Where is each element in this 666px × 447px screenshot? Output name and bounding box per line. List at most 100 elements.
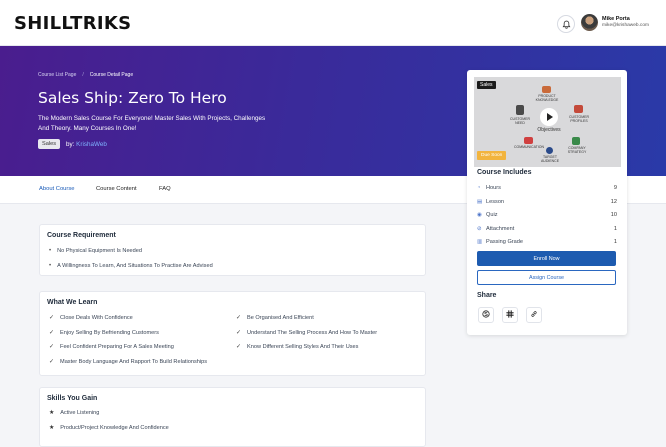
learn-text: Enjoy Selling By Befriending Customers xyxy=(60,329,159,336)
list-item: ✓ Feel Confident Preparing For A Sales Me… xyxy=(49,343,174,351)
breadcrumb-course-list[interactable]: Course List Page xyxy=(38,72,76,78)
link-icon xyxy=(530,310,538,320)
skills-title: Skills You Gain xyxy=(47,395,98,402)
learn-text: Understand The Selling Process And How T… xyxy=(247,329,378,336)
preview-label: COMPANY STRATEGY xyxy=(567,146,587,154)
top-bar: SHILLTRIKS Mike Porta mike@krishaweb.com xyxy=(0,0,666,46)
slack-icon xyxy=(506,310,514,320)
learn-title: What We Learn xyxy=(47,299,98,306)
list-item: ★ Product/Project Knowledge And Confidenc… xyxy=(49,425,169,431)
list-item: ★ Active Listening xyxy=(49,410,99,416)
learn-text: Close Deals With Confidence xyxy=(60,314,133,321)
breadcrumb-current: Course Detail Page xyxy=(89,72,134,78)
requirement-text: A Willingness To Learn, And Situations T… xyxy=(57,263,213,269)
lesson-icon: ▤ xyxy=(477,199,483,205)
clock-icon: ◔ xyxy=(477,185,481,191)
breadcrumb: Course List Page / Course Detail Page xyxy=(38,72,133,78)
bullet-icon: • xyxy=(49,248,52,254)
copy-link-button[interactable] xyxy=(526,307,542,323)
include-label: Quiz xyxy=(486,212,498,218)
page-title: Sales Ship: Zero To Hero xyxy=(38,89,227,107)
bullet-icon: • xyxy=(49,263,52,269)
requirements-card: Course Requirement • No Physical Equipme… xyxy=(39,224,426,276)
list-item: ✓ Know Different Selling Styles And Their… xyxy=(236,343,359,351)
due-soon-badge: Due Soon xyxy=(477,151,507,160)
skill-text: Active Listening xyxy=(60,410,100,416)
preview-badge: Sales xyxy=(477,81,496,89)
attachment-icon: ⊘ xyxy=(477,226,482,232)
course-meta: Sales by: KrishaWeb xyxy=(38,139,107,149)
skype-icon xyxy=(482,310,490,320)
strategy-icon xyxy=(572,137,580,145)
author-row: by: KrishaWeb xyxy=(66,141,107,148)
check-icon: ✓ xyxy=(49,359,55,365)
tab-course-content[interactable]: Course Content xyxy=(96,186,137,192)
what-we-learn-card: What We Learn ✓ Close Deals With Confiden… xyxy=(39,291,426,376)
include-value: 1 xyxy=(613,239,617,245)
notification-icon[interactable] xyxy=(557,15,575,33)
list-item: ✓ Be Organised And Efficient xyxy=(236,314,314,322)
tab-faq[interactable]: FAQ xyxy=(159,186,171,192)
product-icon xyxy=(542,86,551,93)
include-label: Attachment xyxy=(486,226,515,232)
brand-logo[interactable]: SHILLTRIKS xyxy=(14,13,131,34)
skill-text: Product/Project Knowledge And Confidence xyxy=(60,425,169,431)
include-value: 1 xyxy=(613,226,617,232)
course-preview-video[interactable]: PRODUCT KNOWLEDGE CUSTOMER NEED CUSTOMER… xyxy=(474,77,621,167)
slack-share-button[interactable] xyxy=(502,307,518,323)
author-link[interactable]: KrishaWeb xyxy=(76,141,107,148)
list-item: • No Physical Equipment Is Needed xyxy=(49,248,142,254)
check-icon: ✓ xyxy=(236,330,242,336)
check-icon: ✓ xyxy=(236,315,242,321)
include-value: 9 xyxy=(613,185,617,191)
play-icon[interactable] xyxy=(540,108,558,126)
list-item: • A Willingness To Learn, And Situations… xyxy=(49,263,213,269)
include-label: Lesson xyxy=(486,199,505,205)
check-icon: ✓ xyxy=(49,330,55,336)
user-avatar[interactable] xyxy=(581,14,598,31)
skype-share-button[interactable] xyxy=(478,307,494,323)
list-item: ✓ Close Deals With Confidence xyxy=(49,314,133,322)
customer-icon xyxy=(516,105,524,115)
category-tag[interactable]: Sales xyxy=(38,139,60,149)
quiz-icon: ◉ xyxy=(477,212,482,218)
learn-text: Feel Confident Preparing For A Sales Mee… xyxy=(60,343,174,350)
list-item: ✓ Master Body Language And Rapport To Bui… xyxy=(49,358,208,366)
includes-title: Course Includes xyxy=(477,169,532,176)
user-name[interactable]: Mike Porta xyxy=(602,16,630,22)
preview-label: COMMUNICATION xyxy=(513,145,545,149)
communication-icon xyxy=(524,137,533,144)
breadcrumb-separator: / xyxy=(82,72,84,78)
requirement-text: No Physical Equipment Is Needed xyxy=(57,248,142,254)
preview-label: TARGET AUDIENCE xyxy=(540,155,560,163)
share-title: Share xyxy=(477,292,497,299)
course-description: The Modern Sales Course For Everyone! Ma… xyxy=(38,115,266,132)
audience-icon xyxy=(546,147,553,154)
check-icon: ✓ xyxy=(49,315,55,321)
preview-label: PRODUCT KNOWLEDGE xyxy=(535,94,559,102)
tab-about-course[interactable]: About Course xyxy=(39,186,74,192)
include-label: Passing Grade xyxy=(486,239,524,245)
by-label: by: xyxy=(66,140,75,148)
include-value: 10 xyxy=(610,212,617,218)
skills-card: Skills You Gain ★ Active Listening ★ Produ… xyxy=(39,387,426,447)
star-icon: ★ xyxy=(49,425,55,431)
learn-text: Be Organised And Efficient xyxy=(247,314,314,321)
enroll-button[interactable]: Enroll Now xyxy=(477,251,616,266)
user-email: mike@krishaweb.com xyxy=(602,23,649,28)
star-icon: ★ xyxy=(49,410,55,416)
list-item: ✓ Understand The Selling Process And How … xyxy=(236,329,378,337)
include-label: Hours xyxy=(486,185,501,191)
preview-label: CUSTOMER NEED xyxy=(510,117,530,125)
requirements-title: Course Requirement xyxy=(47,232,116,239)
include-value: 12 xyxy=(610,199,617,205)
learn-text: Know Different Selling Styles And Their … xyxy=(247,343,359,350)
list-item: ✓ Enjoy Selling By Befriending Customers xyxy=(49,329,159,337)
assign-course-button[interactable]: Assign Course xyxy=(477,270,616,285)
check-icon: ✓ xyxy=(49,344,55,350)
course-sidebar: PRODUCT KNOWLEDGE CUSTOMER NEED CUSTOMER… xyxy=(467,70,627,335)
profiles-icon xyxy=(574,105,583,113)
learn-text: Master Body Language And Rapport To Buil… xyxy=(60,358,208,365)
check-icon: ✓ xyxy=(236,344,242,350)
preview-center: Objectives xyxy=(537,127,561,133)
